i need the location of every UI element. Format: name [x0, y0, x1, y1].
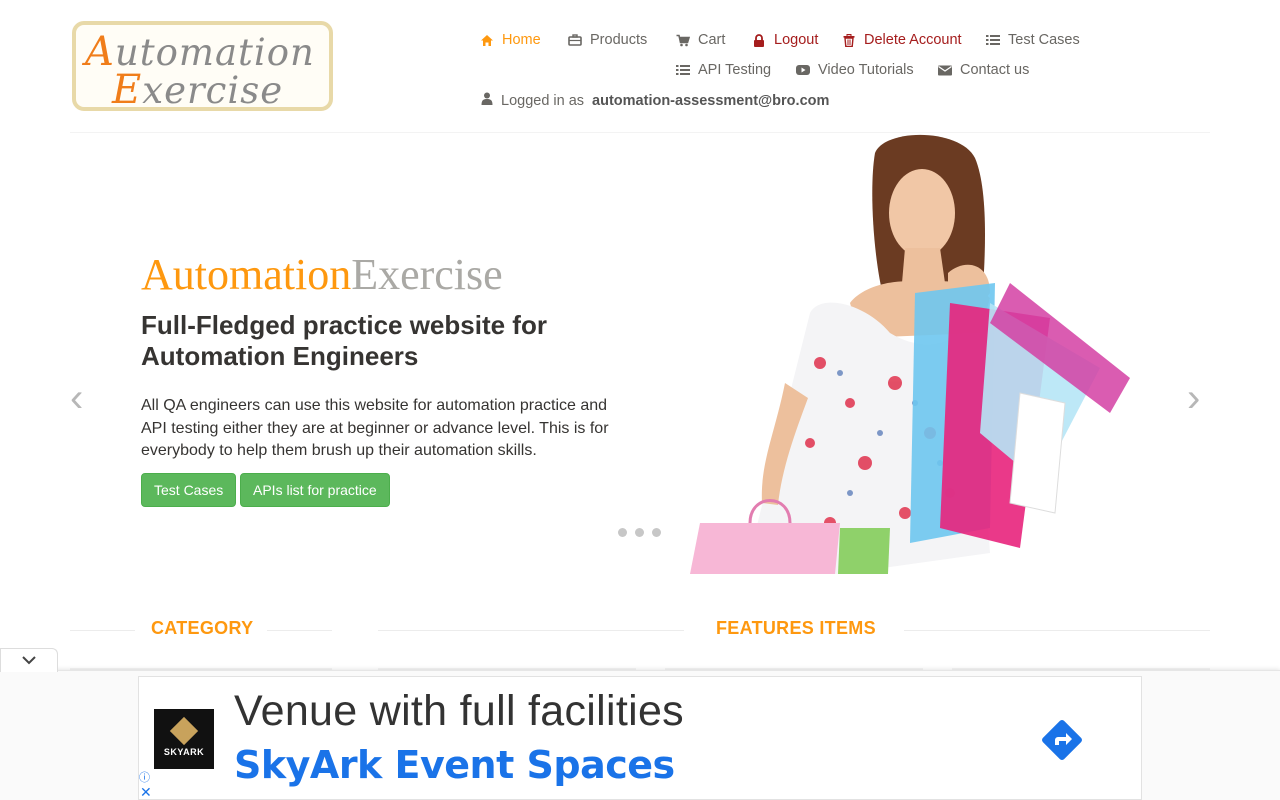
ad-subline[interactable]: SkyArk Event Spaces	[234, 743, 675, 787]
slider-dot[interactable]	[618, 528, 627, 537]
trash-icon	[842, 33, 856, 47]
ad-headline[interactable]: Venue with full facilities	[234, 687, 684, 736]
features-line-left	[378, 630, 684, 631]
logo-line-2: Exercise	[112, 67, 284, 113]
list-icon	[676, 63, 690, 77]
logged-in-username: automation-assessment@bro.com	[592, 92, 830, 109]
directions-arrow-icon	[1042, 720, 1082, 760]
slider-heading: Full-Fledged practice website for Automa…	[141, 310, 547, 371]
ad-collapse-button[interactable]	[0, 648, 58, 672]
nav-home[interactable]: Home	[480, 32, 541, 48]
nav-products[interactable]: Products	[568, 32, 647, 48]
category-line-left	[70, 630, 135, 631]
slider-brand: AutomationExercise	[141, 250, 503, 299]
logged-in-status: Logged in as automation-assessment@bro.c…	[481, 92, 829, 109]
lock-icon	[752, 33, 766, 47]
test-cases-button[interactable]: Test Cases	[141, 473, 237, 507]
ad-close-icon[interactable]: ✕	[140, 784, 152, 800]
slider-prev-button[interactable]: ‹	[70, 378, 83, 418]
category-heading: CATEGORY	[151, 618, 254, 638]
cart-icon	[676, 33, 690, 47]
ad-banner[interactable]: SKYARK Venue with full facilities SkyArk…	[138, 676, 1142, 800]
slider-indicators	[618, 528, 661, 537]
home-icon	[480, 33, 494, 47]
user-icon	[481, 92, 493, 109]
nav-delete-account[interactable]: Delete Account	[842, 32, 962, 48]
ad-info-icon[interactable]: ⓘ	[139, 769, 153, 784]
youtube-play-icon	[796, 63, 810, 77]
slider-description: All QA engineers can use this website fo…	[141, 397, 609, 459]
list-icon	[986, 33, 1000, 47]
nav-cart[interactable]: Cart	[676, 32, 725, 48]
nav-video-tutorials[interactable]: Video Tutorials	[796, 62, 914, 78]
slider-dot[interactable]	[635, 528, 644, 537]
slider-next-button[interactable]: ›	[1187, 378, 1200, 418]
site-logo[interactable]: Automation Exercise	[72, 21, 333, 113]
nav-logout[interactable]: Logout	[752, 32, 818, 48]
features-items-heading: FEATURES ITEMS	[716, 618, 876, 638]
nav-api-testing[interactable]: API Testing	[676, 62, 771, 78]
apis-list-button[interactable]: APIs list for practice	[240, 473, 390, 507]
slider-dot[interactable]	[652, 528, 661, 537]
category-line-right	[267, 630, 332, 631]
slider-hero-image	[690, 133, 1130, 574]
nav-test-cases[interactable]: Test Cases	[986, 32, 1080, 48]
envelope-icon	[938, 63, 952, 77]
cube-icon	[169, 716, 199, 746]
chevron-down-icon	[21, 652, 37, 670]
ad-go-button[interactable]	[1039, 717, 1085, 763]
nav-contact-us[interactable]: Contact us	[938, 62, 1029, 78]
briefcase-icon	[568, 33, 582, 47]
features-line-right	[904, 630, 1210, 631]
ad-brand-logo: SKYARK	[154, 709, 214, 769]
